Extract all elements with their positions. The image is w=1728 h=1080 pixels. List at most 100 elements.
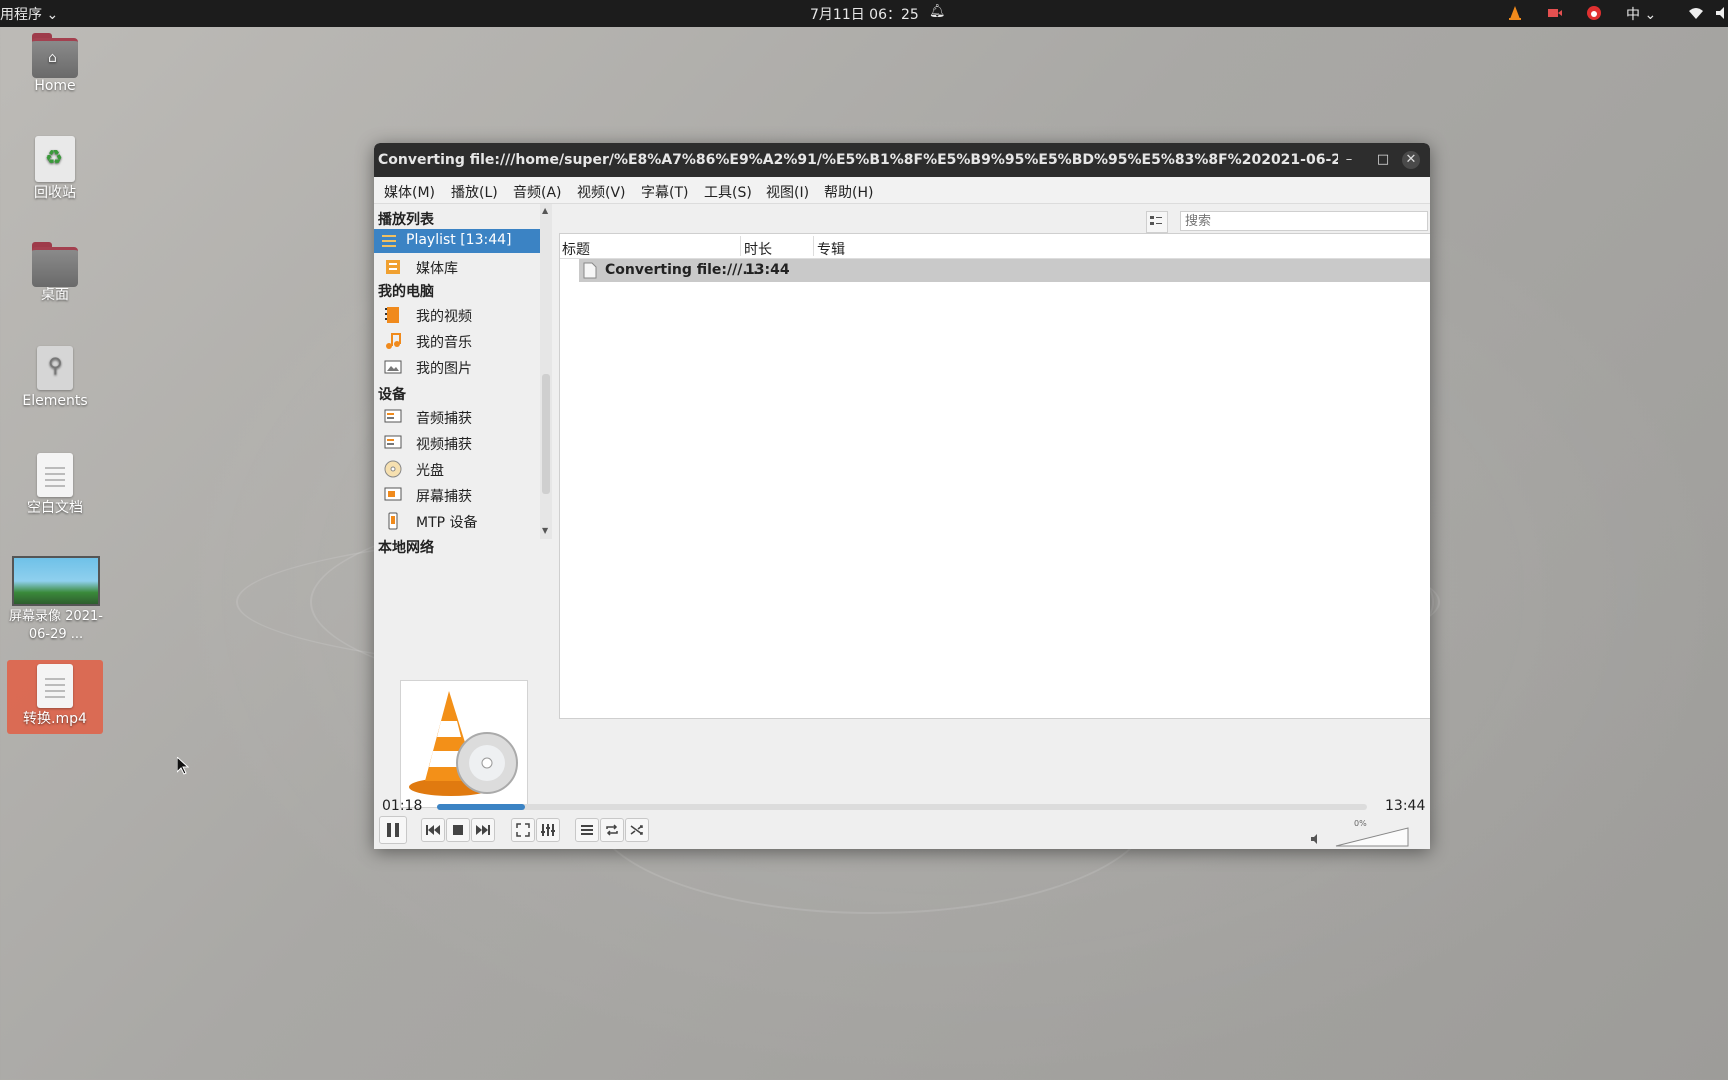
sidebar-item-screen-capture[interactable]: 屏幕捕获 bbox=[382, 483, 532, 507]
menu-view[interactable]: 视图(I) bbox=[766, 182, 809, 202]
column-album[interactable]: 专辑 bbox=[817, 239, 845, 259]
section-my-computer: 我的电脑 bbox=[378, 284, 434, 300]
pause-button[interactable] bbox=[379, 816, 407, 844]
phone-icon bbox=[388, 512, 398, 530]
film-icon bbox=[385, 307, 399, 323]
section-devices: 设备 bbox=[378, 387, 406, 403]
close-button[interactable]: ✕ bbox=[1402, 151, 1420, 169]
view-mode-button[interactable] bbox=[1146, 211, 1168, 233]
file-icon bbox=[583, 262, 597, 279]
seek-slider[interactable] bbox=[437, 804, 1367, 810]
menu-audio[interactable]: 音频(A) bbox=[513, 182, 562, 202]
desktop-icon-desktop-folder[interactable]: 桌面 bbox=[9, 242, 101, 304]
menu-media[interactable]: 媒体(M) bbox=[384, 182, 435, 202]
sidebar-scrollbar[interactable]: ▲ ▼ bbox=[540, 204, 552, 539]
title-bar[interactable]: Converting file:///home/super/%E8%A7%86%… bbox=[374, 143, 1430, 177]
list-icon bbox=[581, 825, 593, 835]
previous-button[interactable] bbox=[421, 818, 445, 842]
desktop-icon-convert-mp4[interactable]: 转换.mp4 bbox=[7, 660, 103, 734]
volume-percent: 0% bbox=[1354, 819, 1367, 828]
screen-record-icon[interactable] bbox=[1547, 5, 1563, 21]
playlist-row[interactable]: Converting file:///... 13:44 bbox=[579, 259, 1430, 282]
total-time: 13:44 bbox=[1385, 798, 1426, 814]
bell-icon[interactable]: 🔔︎ bbox=[929, 4, 946, 19]
vlc-cone-icon bbox=[409, 691, 518, 796]
vlc-window: Converting file:///home/super/%E8%A7%86%… bbox=[374, 143, 1430, 849]
playlist-toggle-button[interactable] bbox=[575, 818, 599, 842]
speaker-icon[interactable] bbox=[1310, 833, 1322, 845]
media-library-icon bbox=[386, 260, 400, 274]
volume-wedge bbox=[1335, 827, 1409, 847]
stop-button[interactable] bbox=[446, 818, 470, 842]
sidebar-item-disc[interactable]: 光盘 bbox=[382, 457, 532, 481]
repeat-icon bbox=[606, 824, 618, 836]
trash-icon: ♻ bbox=[35, 136, 75, 182]
row-duration: 13:44 bbox=[745, 262, 790, 278]
minimize-button[interactable]: – bbox=[1340, 151, 1358, 169]
document-icon bbox=[37, 664, 73, 708]
desktop-icon-home[interactable]: ⌂ Home bbox=[9, 33, 101, 95]
menu-tools[interactable]: 工具(S) bbox=[704, 182, 752, 202]
volume-slider[interactable]: 0% bbox=[1334, 819, 1410, 848]
scroll-up-icon[interactable]: ▲ bbox=[542, 206, 548, 215]
skip-forward-icon bbox=[476, 825, 490, 835]
menu-subtitle[interactable]: 字幕(T) bbox=[641, 182, 688, 202]
seek-progress bbox=[437, 804, 526, 810]
capture-card-icon bbox=[384, 435, 402, 449]
desktop-icon-screen-recording[interactable]: 屏幕录像 2021-06-29 ... bbox=[9, 556, 103, 644]
menu-help[interactable]: 帮助(H) bbox=[824, 182, 873, 202]
playlist-icon bbox=[382, 235, 396, 247]
next-button[interactable] bbox=[471, 818, 495, 842]
wifi-icon[interactable] bbox=[1688, 5, 1704, 21]
sidebar-item-playlist[interactable]: Playlist [13:44] bbox=[374, 229, 540, 253]
picture-icon bbox=[384, 360, 402, 374]
stop-icon bbox=[453, 825, 463, 835]
extended-settings-button[interactable] bbox=[536, 818, 560, 842]
menu-video[interactable]: 视频(V) bbox=[577, 182, 626, 202]
loop-button[interactable] bbox=[600, 818, 624, 842]
sidebar-item-video-capture[interactable]: 视频捕获 bbox=[382, 431, 532, 455]
music-note-icon bbox=[386, 333, 401, 349]
shuffle-icon bbox=[630, 825, 643, 835]
column-title[interactable]: 标题 bbox=[562, 239, 590, 259]
window-title: Converting file:///home/super/%E8%A7%86%… bbox=[378, 152, 1338, 168]
desktop-icon-elements[interactable]: ⚲ Elements bbox=[9, 346, 101, 410]
screen-icon bbox=[384, 487, 402, 501]
folder-icon bbox=[32, 242, 78, 287]
sidebar-item-audio-capture[interactable]: 音频捕获 bbox=[382, 405, 532, 429]
sidebar-item-my-pictures[interactable]: 我的图片 bbox=[382, 355, 532, 379]
album-art bbox=[400, 680, 528, 808]
vlc-tray-icon[interactable] bbox=[1507, 5, 1523, 21]
shuffle-button[interactable] bbox=[625, 818, 649, 842]
fullscreen-button[interactable] bbox=[511, 818, 535, 842]
mouse-cursor-icon bbox=[177, 757, 189, 775]
sidebar-item-my-videos[interactable]: 我的视频 bbox=[382, 303, 532, 327]
search-input[interactable] bbox=[1180, 211, 1428, 231]
maximize-button[interactable]: □ bbox=[1374, 151, 1392, 169]
sidebar-item-media-library[interactable]: 媒体库 bbox=[382, 255, 532, 279]
desktop-icon-trash[interactable]: ♻ 回收站 bbox=[9, 136, 101, 202]
column-duration[interactable]: 时长 bbox=[744, 239, 772, 259]
sidebar-item-mtp-device[interactable]: MTP 设备 bbox=[382, 509, 532, 533]
top-panel: 应用程序 ⌄ 7月11日 06：25 🔔︎ 中 ⌄ bbox=[0, 0, 1728, 27]
scroll-down-icon[interactable]: ▼ bbox=[542, 526, 548, 535]
scrollbar-thumb[interactable] bbox=[542, 374, 550, 494]
clock[interactable]: 7月11日 06：25 bbox=[810, 4, 919, 24]
input-method-indicator[interactable]: 中 ⌄ bbox=[1626, 4, 1656, 24]
elapsed-time: 01:18 bbox=[382, 798, 423, 814]
desktop-icon-blank-document[interactable]: 空白文档 bbox=[9, 453, 101, 517]
usb-drive-icon: ⚲ bbox=[37, 346, 73, 390]
equalizer-icon bbox=[541, 824, 555, 836]
pause-icon bbox=[387, 823, 399, 837]
weibo-icon[interactable] bbox=[1586, 5, 1602, 21]
sidebar-item-my-music[interactable]: 我的音乐 bbox=[382, 329, 532, 353]
volume-icon[interactable] bbox=[1714, 5, 1728, 21]
applications-menu[interactable]: 应用程序 ⌄ bbox=[0, 4, 58, 24]
list-view-icon bbox=[1150, 216, 1162, 225]
menu-playback[interactable]: 播放(L) bbox=[451, 182, 498, 202]
home-folder-icon: ⌂ bbox=[32, 33, 78, 78]
row-title: Converting file:///... bbox=[605, 262, 759, 278]
section-local-network: 本地网络 bbox=[378, 540, 434, 556]
skip-back-icon bbox=[426, 825, 440, 835]
capture-card-icon bbox=[384, 409, 402, 423]
